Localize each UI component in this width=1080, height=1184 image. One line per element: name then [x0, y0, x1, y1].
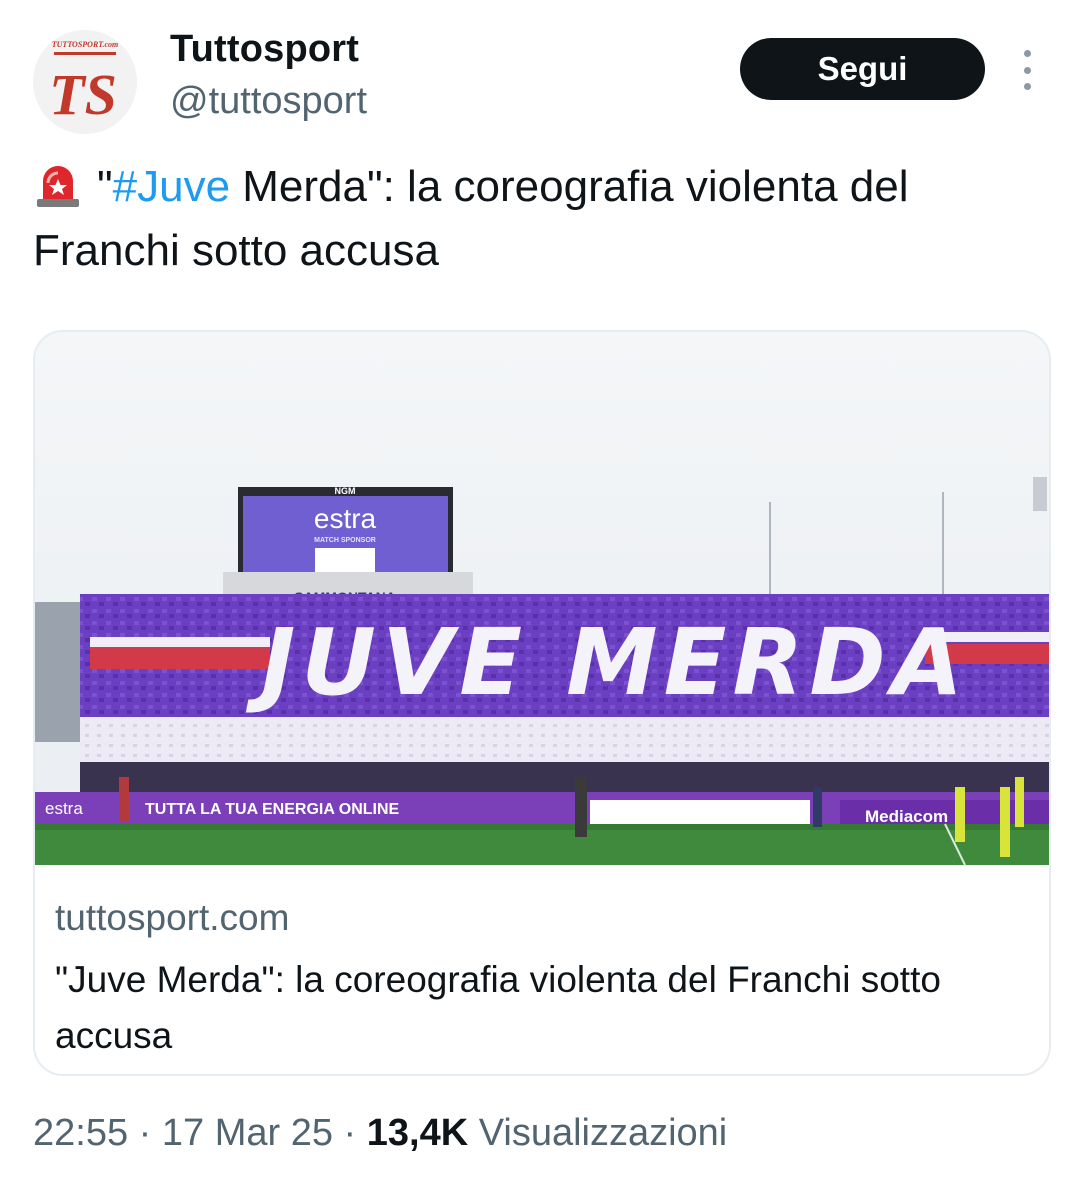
avatar-logo-text: TS [49, 62, 117, 127]
scoreboard-brand-text: estra [314, 503, 377, 534]
hashtag-link[interactable]: #Juve [113, 162, 230, 211]
tweet-text-quote: " [97, 162, 113, 211]
scoreboard-top-text: NGM [335, 486, 356, 496]
avatar[interactable]: TUTTOSPORT.com TS [33, 30, 137, 134]
tuttosport-logo: TUTTOSPORT.com TS [33, 30, 137, 134]
tweet-metadata: 22:55 · 17 Mar 25 · 13,4K Visualizzazion… [33, 1112, 727, 1155]
board-slogan-text: TUTTA LA TUA ENERGIA ONLINE [145, 801, 400, 818]
author-handle[interactable]: @tuttosport [170, 80, 367, 123]
tweet-text: "#Juve Merda": la coreografia violenta d… [33, 155, 1053, 283]
link-card[interactable]: NGM estra MATCH SPONSOR SAMMONTANA JUVE … [33, 330, 1051, 1076]
meta-separator: · [128, 1112, 162, 1154]
board-brand-text: estra [45, 799, 83, 818]
scoreboard-sponsor-text: MATCH SPONSOR [314, 537, 376, 544]
stadium-choreography-photo: NGM estra MATCH SPONSOR SAMMONTANA JUVE … [35, 332, 1049, 865]
author-display-name[interactable]: Tuttosport [170, 28, 359, 71]
more-options-icon[interactable] [1012, 50, 1042, 90]
banner-text: JUVE MERDA [245, 609, 969, 716]
tweet-date[interactable]: 17 Mar 25 [162, 1112, 333, 1154]
views-count: 13,4K [366, 1112, 469, 1154]
views-label: Visualizzazioni [468, 1112, 728, 1154]
link-card-domain[interactable]: tuttosport.com [55, 897, 289, 939]
tweet-time[interactable]: 22:55 [33, 1112, 128, 1154]
link-card-image[interactable]: NGM estra MATCH SPONSOR SAMMONTANA JUVE … [35, 332, 1049, 865]
follow-button[interactable]: Segui [740, 38, 985, 100]
police-siren-icon [37, 166, 79, 207]
avatar-wordmark: TUTTOSPORT.com [52, 40, 118, 49]
link-card-title[interactable]: "Juve Merda": la coreografia violenta de… [55, 952, 1015, 1064]
meta-separator: · [332, 1112, 367, 1154]
board-right-text: Mediacom [865, 807, 948, 826]
